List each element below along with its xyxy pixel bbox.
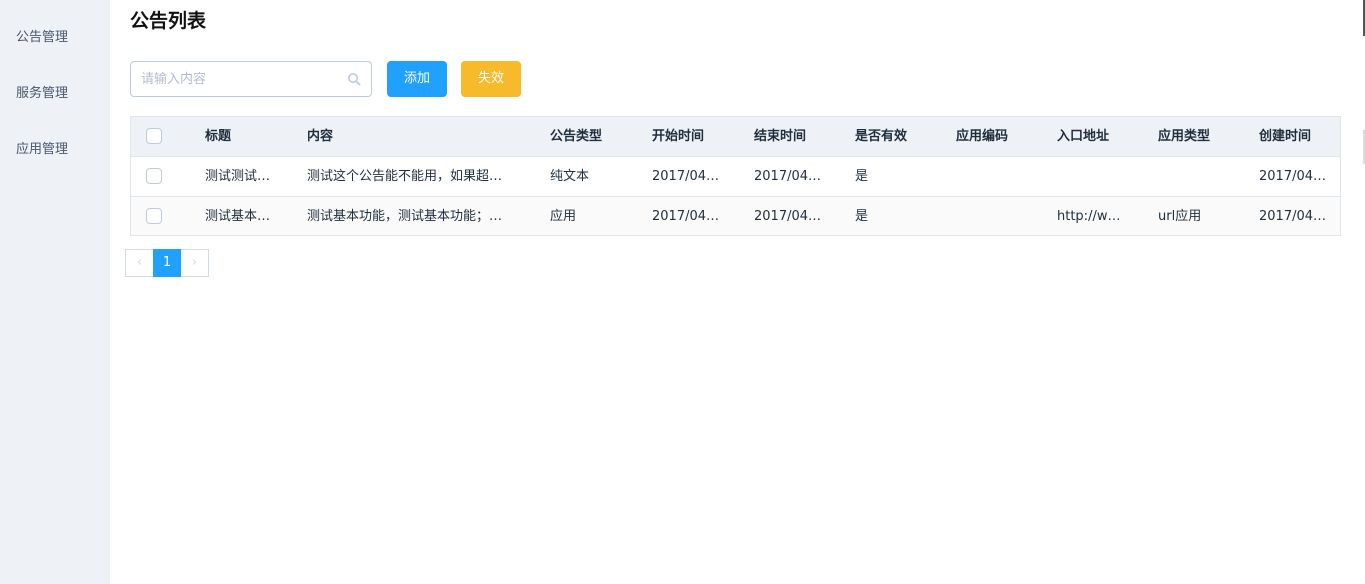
column-header-content[interactable]: 内容 [307, 117, 527, 156]
page-title: 公告列表 [130, 10, 207, 32]
row-checkbox[interactable] [146, 208, 162, 224]
cell-app-type [1158, 157, 1238, 196]
column-header-app-code[interactable]: 应用编码 [956, 117, 1046, 156]
cell-created-time: 2017/04… [1259, 169, 1327, 184]
column-header-title[interactable]: 标题 [205, 117, 295, 156]
cell-content: 测试基本功能，测试基本功能；… [307, 209, 503, 224]
cell-end-time: 2017/04… [754, 209, 822, 224]
add-button[interactable]: 添加 [387, 61, 447, 97]
cell-type: 纯文本 [550, 169, 590, 184]
cell-created-time: 2017/04… [1259, 209, 1327, 224]
cell-valid: 是 [855, 169, 869, 184]
cell-entry-url [1057, 157, 1137, 196]
column-header-end-time[interactable]: 结束时间 [754, 117, 844, 156]
sidebar-item-services[interactable]: 服务管理 [16, 82, 68, 101]
search-icon[interactable] [347, 72, 361, 86]
search-input[interactable] [131, 62, 346, 96]
sidebar: 公告管理 服务管理 应用管理 [0, 0, 110, 584]
cell-valid: 是 [855, 209, 869, 224]
table-header: 标题 内容 公告类型 开始时间 结束时间 是否有效 应用编码 入口地址 应用类型… [131, 117, 1340, 157]
column-header-type[interactable]: 公告类型 [550, 117, 640, 156]
cell-entry-url: http://w… [1057, 209, 1121, 224]
cell-app-code [956, 197, 1036, 235]
pagination-prev-button[interactable]: ‹ [125, 249, 153, 277]
cell-title: 测试基本… [205, 209, 271, 224]
pagination-next-button[interactable]: › [181, 249, 209, 277]
select-all-checkbox[interactable] [146, 128, 162, 144]
column-header-created-time[interactable]: 创建时间 [1259, 117, 1334, 156]
sidebar-item-applications[interactable]: 应用管理 [16, 138, 68, 157]
table-row[interactable]: 测试基本… 测试基本功能，测试基本功能；… 应用 2017/04… 2017/0… [131, 197, 1340, 235]
column-header-start-time[interactable]: 开始时间 [652, 117, 742, 156]
cell-app-code [956, 157, 1036, 196]
cell-end-time: 2017/04… [754, 169, 822, 184]
cell-title: 测试测试… [205, 169, 271, 184]
column-header-app-type[interactable]: 应用类型 [1158, 117, 1248, 156]
invalidate-button[interactable]: 失效 [461, 61, 521, 97]
announcement-table: 标题 内容 公告类型 开始时间 结束时间 是否有效 应用编码 入口地址 应用类型… [130, 116, 1341, 236]
search-box[interactable] [130, 61, 372, 97]
cell-app-type: url应用 [1158, 209, 1202, 224]
sidebar-item-announcements[interactable]: 公告管理 [16, 26, 68, 45]
column-header-entry-url[interactable]: 入口地址 [1057, 117, 1147, 156]
pagination-page-1[interactable]: 1 [153, 249, 181, 277]
row-checkbox[interactable] [146, 168, 162, 184]
cell-start-time: 2017/04… [652, 209, 720, 224]
table-row[interactable]: 测试测试… 测试这个公告能不能用，如果超… 纯文本 2017/04… 2017/… [131, 157, 1340, 197]
column-header-valid[interactable]: 是否有效 [855, 117, 945, 156]
cell-content: 测试这个公告能不能用，如果超… [307, 169, 503, 184]
cell-type: 应用 [550, 209, 577, 224]
cell-start-time: 2017/04… [652, 169, 720, 184]
